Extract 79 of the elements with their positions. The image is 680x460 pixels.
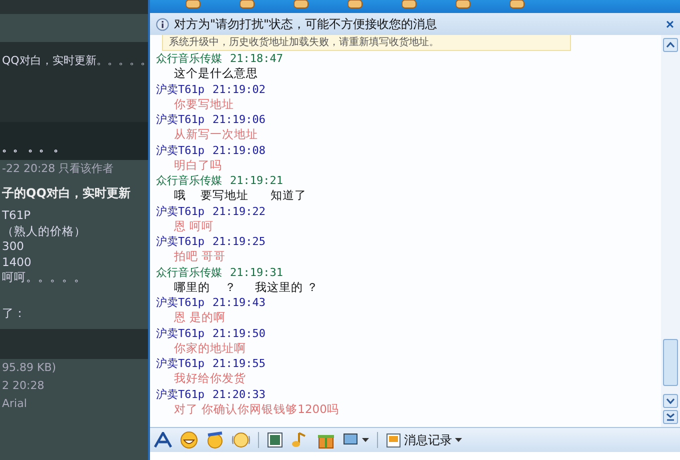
message-text: 恩 是的啊 [174, 310, 226, 324]
message-time: 21:19:21 [230, 174, 283, 187]
sender-name: 沪卖T61p [156, 144, 204, 156]
scroll-down-button[interactable] [663, 394, 678, 408]
sender-name: 沪卖T61p [156, 326, 204, 340]
message-time: 21:19:50 [212, 326, 266, 340]
message-text: 你家的地址啊 [174, 340, 246, 354]
forum-text: 了： [2, 306, 26, 320]
toolbar-icon[interactable] [239, 0, 255, 10]
sender-name: 沪卖T61p [156, 388, 204, 400]
info-icon [156, 18, 169, 30]
caret-icon [362, 438, 369, 442]
message-text: 哪里的 ？ 我这里的 ？ [174, 280, 319, 294]
message-time: 21:19:08 [212, 144, 266, 156]
forum-text: 1400 [2, 254, 32, 268]
sender-name: 沪卖T61p [156, 357, 204, 370]
forum-text: 300 [2, 239, 24, 253]
toolbar-icon[interactable] [401, 0, 417, 10]
chevron-down-icon [666, 398, 675, 404]
sender-name: 沪卖T61p [156, 235, 204, 248]
message-time: 21:19:25 [212, 235, 266, 248]
caret-icon [455, 438, 462, 442]
monitor-icon [343, 433, 359, 447]
scroll-up-button[interactable] [663, 38, 678, 52]
forum-text: 95.89 KB) [2, 361, 56, 374]
tip-banner: 系统升级中，历史收货地址加载失败，请重新填写收货地址。 [162, 35, 571, 51]
message-time: 21:19:55 [212, 357, 266, 370]
sender-name: 沪卖T61p [156, 82, 204, 96]
forum-text: 子的QQ对白，实时更新 [2, 186, 130, 200]
forum-text: （熟人的价格） [2, 224, 86, 238]
message-time: 21:19:31 [230, 266, 283, 278]
sender-name: 众行音乐传媒 [156, 52, 222, 65]
close-button[interactable]: × [666, 16, 674, 32]
message-text: 哦 要写地址 知道了 [174, 188, 307, 202]
smiley-icon[interactable] [180, 431, 198, 449]
toolbar-icon[interactable] [293, 0, 309, 10]
message-text: 对了 你确认你网银钱够1200吗 [174, 402, 339, 416]
sender-name: 沪卖T61p [156, 296, 204, 309]
toolbar-icon[interactable] [455, 0, 471, 10]
message-time: 21:20:33 [212, 388, 266, 400]
forum-text: -22 20:28 只看该作者 [2, 162, 114, 175]
forum-text: 。。 。。 。 [2, 141, 65, 154]
scroll-bottom-button[interactable] [663, 410, 678, 424]
screen-capture-button[interactable] [343, 433, 369, 447]
message-time: 21:19:02 [212, 82, 266, 96]
toolbar-icon[interactable] [509, 0, 525, 10]
message-text: 恩 呵呵 [174, 218, 214, 232]
message-time: 21:19:43 [212, 296, 266, 309]
message-text: 从新写一次地址 [174, 127, 258, 141]
image-icon[interactable] [267, 432, 283, 448]
magic-face-icon[interactable] [206, 431, 224, 449]
forum-text: T61P [2, 208, 31, 222]
forum-text: 呵呵。。。。。 [2, 270, 86, 284]
forum-text: QQ对白，实时更新。。。。。 [2, 54, 148, 68]
forum-text: Arial [2, 397, 27, 410]
message-text: 拍吧 哥哥 [174, 249, 226, 263]
message-time: 21:19:22 [212, 204, 266, 218]
message-history-button[interactable]: 消息记录 [386, 432, 462, 448]
sender-name: 众行音乐传媒 [156, 266, 222, 278]
message-time: 21:18:47 [230, 52, 283, 65]
shake-icon[interactable] [232, 431, 250, 449]
chevron-up-icon [666, 42, 675, 48]
message-input-field[interactable] [150, 452, 680, 460]
message-text: 明白了吗 [174, 158, 222, 172]
scrollbar-thumb[interactable] [663, 339, 678, 386]
sender-name: 沪卖T61p [156, 113, 204, 126]
toolbar-icon[interactable] [185, 0, 201, 10]
message-text: 这个是什么意思 [174, 66, 258, 80]
sender-name: 沪卖T61p [156, 204, 204, 218]
font-icon[interactable] [154, 432, 172, 448]
message-text: 你要写地址 [174, 96, 234, 110]
message-text: 我好给你发货 [174, 371, 246, 385]
toolbar-icon[interactable] [347, 0, 363, 10]
forum-text: 2 20:28 [2, 379, 44, 392]
sender-name: 众行音乐传媒 [156, 174, 222, 187]
history-icon [386, 432, 401, 448]
notice-text: 对方为"请勿打扰"状态，可能不方便接收您的消息 [174, 16, 438, 32]
scroll-to-bottom-icon [666, 413, 675, 421]
message-time: 21:19:06 [212, 113, 266, 126]
